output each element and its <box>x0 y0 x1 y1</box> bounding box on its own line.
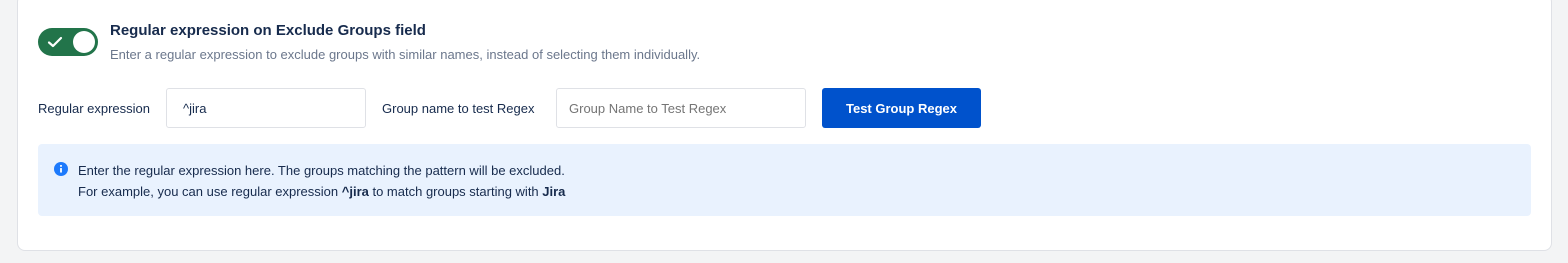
info-line-2: For example, you can use regular express… <box>78 184 565 199</box>
info-pattern: ^jira <box>341 184 369 199</box>
info-line-2-middle: to match groups starting with <box>368 184 543 199</box>
setting-description: Enter a regular expression to exclude gr… <box>110 47 701 62</box>
regex-toggle[interactable] <box>38 28 98 56</box>
info-icon <box>54 162 68 176</box>
check-icon <box>47 36 63 48</box>
info-line-2-prefix: For example, you can use regular express… <box>78 184 342 199</box>
setting-title: Regular expression on Exclude Groups fie… <box>110 22 426 39</box>
info-banner: Enter the regular expression here. The g… <box>38 144 1531 216</box>
test-group-regex-button[interactable]: Test Group Regex <box>822 88 981 128</box>
test-group-label: Group name to test Regex <box>382 101 535 116</box>
regex-label: Regular expression <box>38 101 151 116</box>
regex-input[interactable] <box>166 88 366 128</box>
info-word: Jira <box>542 184 566 199</box>
test-group-input[interactable] <box>556 88 806 128</box>
toggle-knob <box>73 31 95 53</box>
info-line-1: Enter the regular expression here. The g… <box>78 163 565 178</box>
